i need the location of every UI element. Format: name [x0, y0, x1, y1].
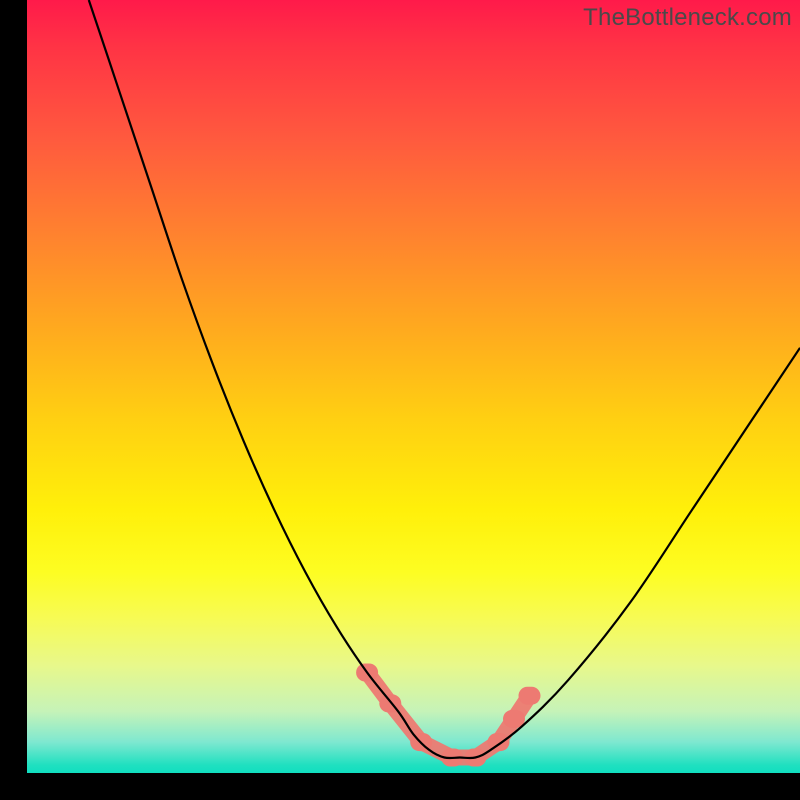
- bottleneck-curve: [89, 0, 800, 758]
- marker-h: [519, 687, 541, 705]
- curve-svg: [27, 0, 800, 773]
- chart-frame: TheBottleneck.com: [0, 0, 800, 800]
- plot-area: TheBottleneck.com: [27, 0, 800, 773]
- marker-f: [488, 733, 510, 751]
- marker-group: [356, 664, 540, 767]
